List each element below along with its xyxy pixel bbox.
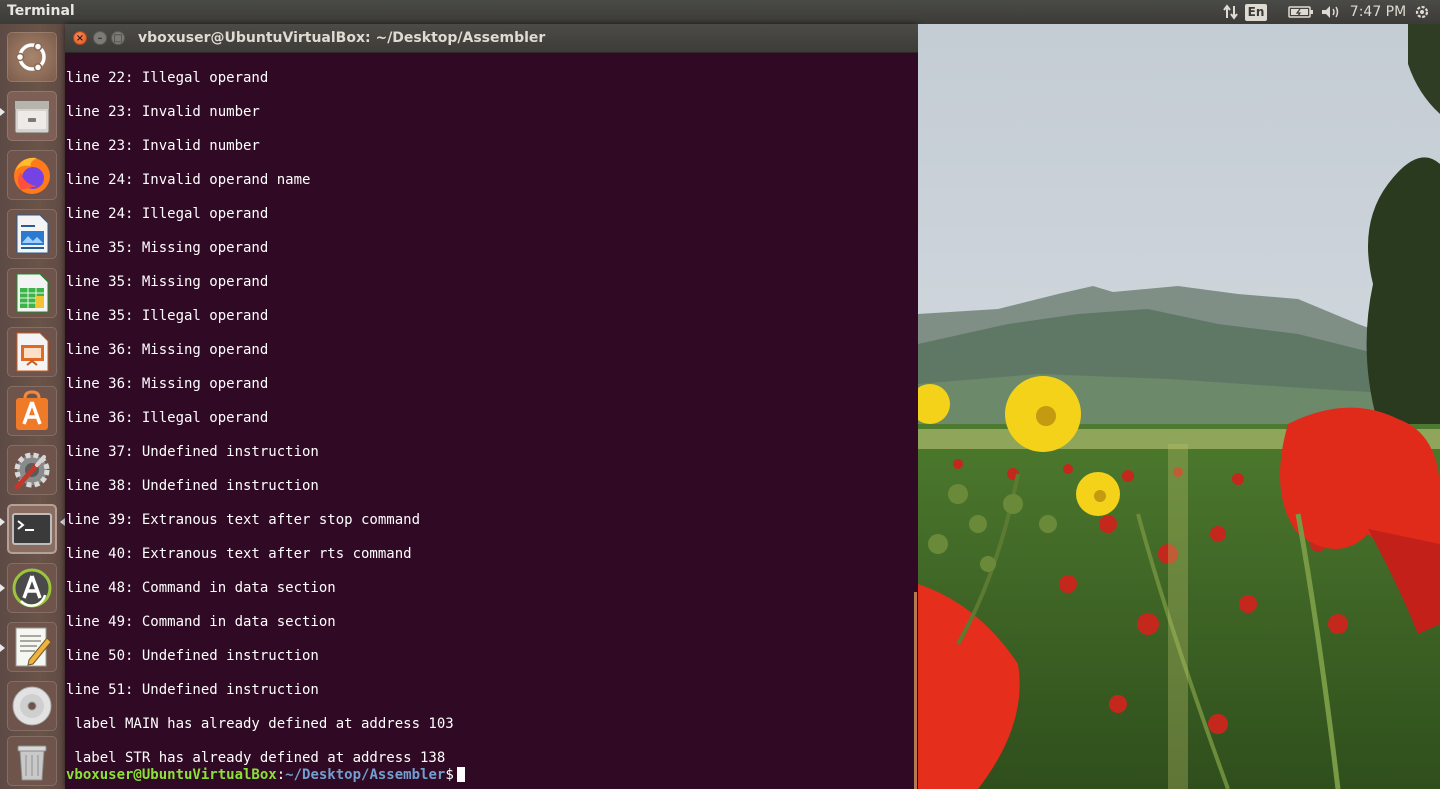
running-indicator [0,518,5,526]
terminal-window[interactable]: × – □ vboxuser@UbuntuVirtualBox: ~/Deskt… [65,24,918,789]
wallpaper-image [918,24,1440,789]
output-line: line 36: Illegal operand [66,410,269,426]
output-line: line 35: Illegal operand [66,308,269,324]
libreoffice-impress-icon[interactable] [7,327,57,377]
output-line: line 37: Undefined instruction [66,444,319,460]
output-line: line 23: Invalid number [66,104,260,120]
output-line: line 49: Command in data section [66,614,336,630]
window-titlebar[interactable]: × – □ vboxuser@UbuntuVirtualBox: ~/Deskt… [65,24,918,53]
clock[interactable]: 7:47 PM [1349,0,1407,24]
text-cursor [456,767,465,782]
terminal-icon[interactable] [7,504,57,554]
language-indicator: En [1244,3,1268,21]
dvd-drive-icon[interactable] [7,681,57,731]
output-line: line 50: Undefined instruction [66,648,319,664]
volume-icon[interactable] [1318,0,1344,24]
libreoffice-calc-icon[interactable] [7,268,57,318]
keyboard-language-icon[interactable]: En [1244,0,1268,24]
ubuntu-software-icon[interactable] [7,386,57,436]
prompt-symbol: $ [445,767,454,783]
output-line: line 36: Missing operand [66,342,269,358]
battery-icon[interactable] [1286,0,1316,24]
output-line: line 35: Missing operand [66,274,269,290]
active-app-title: Terminal [7,3,75,19]
files-icon[interactable] [7,91,57,141]
output-line: line 40: Extranous text after rts comman… [66,546,412,562]
command-prompt[interactable]: vboxuser@UbuntuVirtualBox:~/Desktop/Asse… [66,767,465,784]
running-indicator [0,584,5,592]
output-line: label MAIN has already defined at addres… [66,716,454,732]
power-gear-icon[interactable] [1410,0,1434,24]
minimize-button[interactable]: – [93,31,107,45]
output-line: line 24: Illegal operand [66,206,269,222]
output-line: line 24: Invalid operand name [66,172,311,188]
output-line: line 35: Missing operand [66,240,269,256]
output-line: line 51: Undefined instruction [66,682,319,698]
software-updater-icon[interactable] [7,563,57,613]
maximize-button[interactable]: □ [111,31,125,45]
output-line: label STR has already defined at address… [66,750,446,766]
output-line: line 38: Undefined instruction [66,478,319,494]
top-panel: Terminal En 7:47 PM [0,0,1440,24]
output-line: line 39: Extranous text after stop comma… [66,512,421,528]
system-settings-icon[interactable] [7,445,57,495]
output-line: line 36: Missing operand [66,376,269,392]
terminal-scrollbar[interactable] [914,592,917,789]
output-line: line 48: Command in data section [66,580,336,596]
ubuntu-dash-icon[interactable] [7,32,57,82]
libreoffice-writer-icon[interactable] [7,209,57,259]
prompt-separator: : [276,767,286,783]
launcher [0,24,66,789]
output-line: line 22: Illegal operand [66,70,269,86]
network-updown-icon[interactable] [1219,0,1243,24]
prompt-path: ~/Desktop/Assembler [285,767,446,783]
terminal-output[interactable]: line 22: Illegal operand line 23: Invali… [65,52,918,789]
text-editor-icon[interactable] [7,622,57,672]
running-indicator [0,644,5,652]
desktop-wallpaper [918,24,1440,789]
trash-icon[interactable] [7,736,57,786]
close-button[interactable]: × [73,31,87,45]
running-indicator [0,108,5,116]
firefox-icon[interactable] [7,150,57,200]
prompt-user: vboxuser@UbuntuVirtualBox [66,767,277,783]
output-line: line 23: Invalid number [66,138,260,154]
window-title: vboxuser@UbuntuVirtualBox: ~/Desktop/Ass… [138,30,546,46]
